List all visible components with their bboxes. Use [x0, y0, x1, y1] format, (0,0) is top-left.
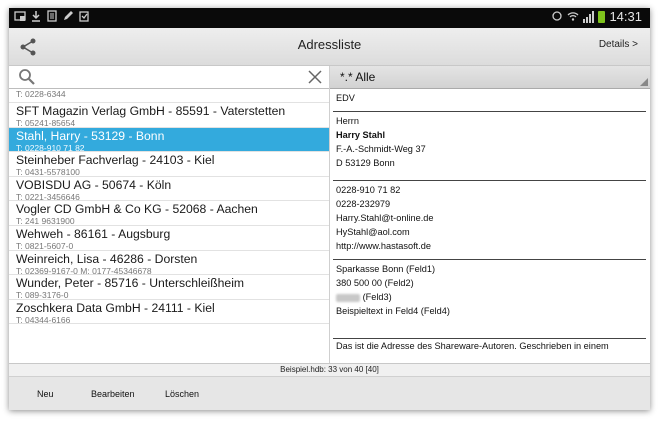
dropdown-corner-icon	[640, 78, 648, 86]
system-status-bar: 14:31	[9, 8, 650, 28]
page-title: Adressliste	[297, 37, 362, 52]
list-item-name: Stahl, Harry - 53129 - Bonn	[16, 128, 165, 143]
feld3-row: (Feld3)	[336, 290, 646, 304]
list-item-partial[interactable]: T: 0228-6344	[9, 89, 329, 103]
detail-pane: *.* Alle EDV Herrn Harry Stahl F.-A.-Sch…	[330, 66, 650, 363]
list-item-phone: T: 241 9631900	[16, 216, 75, 227]
bottom-action-bar: Neu Bearbeiten Löschen	[9, 376, 650, 410]
feld1-value: Sparkasse Bonn (Feld1)	[336, 264, 436, 274]
email-1[interactable]: Harry.Stahl@t-online.de	[336, 211, 646, 225]
download-icon	[30, 10, 42, 24]
search-bar[interactable]	[9, 66, 329, 89]
list-item[interactable]: Wehweh - 86161 - Augsburg T: 0821-5607-0	[9, 226, 329, 251]
list-item[interactable]: VOBISDU AG - 50674 - Köln T: 0221-345664…	[9, 177, 329, 202]
contact-section: 0228-910 71 82 0228-232979 Harry.Stahl@t…	[333, 181, 646, 260]
list-item[interactable]: Vogler CD GmbH & Co KG - 52068 - Aachen …	[9, 201, 329, 226]
phone-1[interactable]: 0228-910 71 82	[336, 183, 646, 197]
city: D 53129 Bonn	[336, 158, 395, 168]
list-item-phone: T: 04344-6166	[16, 314, 71, 325]
contact-name: Harry Stahl	[336, 130, 386, 140]
screenshot-notification-icon	[14, 10, 26, 24]
list-item-name: Vogler CD GmbH & Co KG - 52068 - Aachen	[16, 202, 258, 217]
list-item-phone: T: 0821-5607-0	[16, 240, 74, 251]
feld3-label: (Feld3)	[362, 292, 392, 302]
address-list-pane: T: 0228-6344 SFT Magazin Verlag GmbH - 8…	[9, 66, 330, 363]
list-item-phone: T: 02369-9167-0 M: 0177-45346678	[16, 265, 152, 276]
list-item-phone: T: 0221-3456646	[16, 191, 80, 202]
list-item-name: VOBISDU AG - 50674 - Köln	[16, 177, 172, 192]
list-item-phone: T: 05241-85654	[16, 118, 76, 128]
filter-dropdown[interactable]: *.* Alle	[330, 66, 650, 89]
list-item[interactable]: Wunder, Peter - 85716 - Unterschleißheim…	[9, 275, 329, 300]
salutation: Herrn	[336, 116, 359, 126]
document-icon	[46, 10, 58, 24]
website[interactable]: http://www.hastasoft.de	[336, 239, 646, 253]
list-item[interactable]: Steinheber Fachverlag - 24103 - Kiel T: …	[9, 152, 329, 177]
phone-2[interactable]: 0228-232979	[336, 197, 646, 211]
status-line: Beispiel.hdb: 33 von 40 [40]	[9, 363, 650, 376]
list-item-phone: T: 0431-5578100	[16, 167, 80, 178]
list-item-name: Zoschkera Data GmbH - 24111 - Kiel	[16, 300, 215, 315]
category-section: EDV	[333, 89, 646, 112]
list-item[interactable]: Zoschkera Data GmbH - 24111 - Kiel T: 04…	[9, 300, 329, 325]
details-button[interactable]: Details >	[599, 39, 638, 50]
list-item-phone: T: 089-3176-0	[16, 290, 69, 301]
list-item-name: Wunder, Peter - 85716 - Unterschleißheim	[16, 276, 245, 291]
list-item-phone: T: 0228-910 71 82	[16, 142, 85, 153]
list-item-name: Steinheber Fachverlag - 24103 - Kiel	[16, 153, 215, 168]
list-item-name: SFT Magazin Verlag GmbH - 85591 - Vaters…	[16, 104, 286, 118]
address-section: Herrn Harry Stahl F.-A.-Schmidt-Weg 37 D…	[333, 112, 646, 181]
blurred-value	[336, 293, 360, 302]
delete-button[interactable]: Löschen	[165, 389, 199, 399]
clear-search-icon[interactable]	[307, 69, 323, 85]
list-item[interactable]: Weinreich, Lisa - 46286 - Dorsten T: 023…	[9, 251, 329, 276]
list-item-phone: T: 0228-6344	[16, 89, 66, 99]
feld2-value: 380 500 00 (Feld2)	[336, 278, 414, 288]
pencil-icon	[62, 10, 74, 24]
list-item[interactable]: SFT Magazin Verlag GmbH - 85591 - Vaters…	[9, 103, 329, 128]
clipboard-check-icon	[78, 10, 90, 24]
note-text: Das ist die Adresse des Shareware-Autore…	[336, 341, 609, 351]
clock: 14:31	[609, 9, 642, 24]
list-item-selected[interactable]: Stahl, Harry - 53129 - Bonn T: 0228-910 …	[9, 127, 329, 153]
list-item-name: Weinreich, Lisa - 46286 - Dorsten	[16, 251, 198, 266]
battery-icon	[598, 10, 606, 23]
signal-strength-icon	[583, 10, 595, 23]
address-detail: EDV Herrn Harry Stahl F.-A.-Schmidt-Weg …	[330, 89, 650, 353]
alarm-icon	[551, 10, 563, 24]
custom-fields-section: Sparkasse Bonn (Feld1) 380 500 00 (Feld2…	[333, 260, 646, 339]
action-bar: Adressliste Details >	[9, 28, 650, 66]
edit-button[interactable]: Bearbeiten	[91, 389, 135, 399]
category-value: EDV	[336, 93, 355, 103]
wifi-icon	[567, 10, 579, 24]
filter-label: *.* Alle	[340, 70, 376, 84]
search-icon[interactable]	[18, 68, 36, 86]
street: F.-A.-Schmidt-Weg 37	[336, 144, 426, 154]
feld4-value: Beispieltext in Feld4 (Feld4)	[336, 306, 450, 316]
list-item-name: Wehweh - 86161 - Augsburg	[16, 226, 171, 241]
email-2[interactable]: HyStahl@aol.com	[336, 225, 646, 239]
new-button[interactable]: Neu	[37, 389, 54, 399]
app-window: 14:31 Adressliste Details > T: 0228-6344…	[9, 8, 650, 410]
